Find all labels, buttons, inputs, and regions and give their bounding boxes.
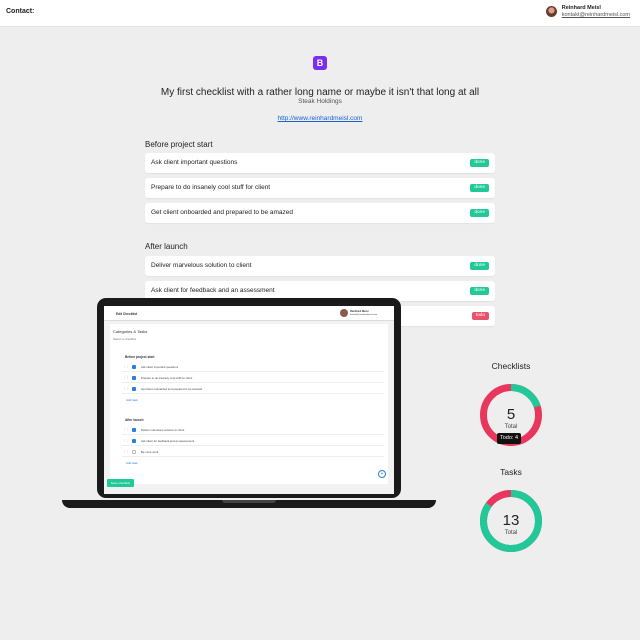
screen-task-row[interactable]: ⋮⋮ Get client onboarded and prepared to b… <box>122 385 384 394</box>
add-task-link[interactable]: Add task <box>126 398 138 402</box>
checklist-item: Deliver marvelous solution to client done <box>145 256 495 276</box>
screen-header-title: Edit Checklist <box>116 312 138 316</box>
section-title: Before project start <box>145 140 213 149</box>
status-badge: done <box>470 287 489 295</box>
website-link[interactable]: http://www.reinhardmeisl.com <box>0 115 640 122</box>
contact-label: Contact: <box>6 8 35 15</box>
laptop-notch <box>222 500 276 503</box>
checkbox-icon[interactable] <box>132 439 136 443</box>
checklist-title: My first checklist with a rather long na… <box>160 87 480 98</box>
screen-task-row[interactable]: ⋮⋮ Ask client for feedback and an assessm… <box>122 437 384 446</box>
section-title: After launch <box>145 242 188 251</box>
screen-task-row[interactable]: ⋮⋮ Ask client important questions <box>122 363 384 372</box>
screen-task-label: Deliver marvelous solution to client <box>141 428 185 432</box>
checkbox-icon[interactable] <box>132 365 136 369</box>
checklist-item: Ask client important questions done <box>145 153 495 173</box>
screen-user-name: Reinhard Meisl <box>350 310 369 313</box>
status-badge: done <box>470 262 489 270</box>
screen-header: Edit Checklist Reinhard Meisl kontakt@re… <box>104 306 394 321</box>
item-label: Deliver marvelous solution to client <box>151 262 252 269</box>
checkbox-icon[interactable] <box>132 428 136 432</box>
tasks-total-value: 13 <box>503 512 520 529</box>
status-badge: done <box>470 159 489 167</box>
status-badge: done <box>470 184 489 192</box>
checklist-item: Prepare to do insanely cool stuff for cl… <box>145 178 495 198</box>
user-info[interactable]: Reinhard Meisl kontakt@reinhardmeisl.com <box>545 5 630 18</box>
screen-task-label: Prepare to do insanely cool stuff for cl… <box>141 376 193 380</box>
add-category-icon[interactable]: + <box>378 470 386 478</box>
checkbox-icon[interactable] <box>132 450 136 454</box>
checklist-item: Get client onboarded and prepared to be … <box>145 203 495 223</box>
checklists-total-value: 5 <box>507 406 515 423</box>
save-checklist-button[interactable]: Save checklist <box>107 479 134 487</box>
add-task-link[interactable]: Add task <box>126 461 138 465</box>
tasks-total-label: Total <box>505 530 518 536</box>
top-bar: Contact: Reinhard Meisl kontakt@reinhard… <box>0 0 640 27</box>
screen-category: After launch <box>125 418 144 422</box>
company-name: Steak Holdings <box>298 98 342 105</box>
checkbox-icon[interactable] <box>132 387 136 391</box>
item-label: Get client onboarded and prepared to be … <box>151 209 294 216</box>
laptop-screen: Edit Checklist Reinhard Meisl kontakt@re… <box>104 306 394 494</box>
user-name: Reinhard Meisl <box>561 5 601 11</box>
user-email[interactable]: kontakt@reinhardmeisl.com <box>562 12 630 18</box>
drag-handle-icon[interactable]: ⋮⋮ <box>123 364 129 368</box>
drag-handle-icon[interactable]: ⋮⋮ <box>123 386 129 390</box>
tasks-donut: 13 Total <box>480 490 542 552</box>
status-badge: done <box>470 209 489 217</box>
screen-category: Before project start <box>125 355 155 359</box>
drag-handle-icon[interactable]: ⋮⋮ <box>123 375 129 379</box>
screen-task-row[interactable]: ⋮⋮ Be more work <box>122 448 384 457</box>
checklists-total-label: Total <box>505 424 518 430</box>
drag-handle-icon[interactable]: ⋮⋮ <box>123 438 129 442</box>
bootstrap-logo: B <box>313 56 327 70</box>
drag-handle-icon[interactable]: ⋮⋮ <box>123 427 129 431</box>
avatar[interactable] <box>545 6 557 17</box>
chart-tooltip: Todo: 4 <box>497 433 522 444</box>
screen-task-label: Be more work <box>141 450 159 454</box>
item-label: Ask client for feedback and an assessmen… <box>151 287 275 294</box>
screen-task-row[interactable]: ⋮⋮ Deliver marvelous solution to client <box>122 426 384 435</box>
screen-task-label: Ask client for feedback and an assessmen… <box>141 439 195 443</box>
screen-avatar <box>340 309 348 317</box>
tasks-chart-title: Tasks <box>500 467 522 477</box>
checklists-chart-title: Checklists <box>491 361 531 371</box>
screen-task-label: Get client onboarded and prepared to be … <box>141 387 203 391</box>
screen-user-email: kontakt@reinhardmeisl.com <box>350 314 378 316</box>
screen-card: Categories & Tasks Select a checklist Be… <box>110 324 388 484</box>
screen-card-title: Categories & Tasks <box>113 329 148 334</box>
item-label: Ask client important questions <box>151 159 238 166</box>
status-badge: todo <box>471 312 489 320</box>
screen-task-row[interactable]: ⋮⋮ Prepare to do insanely cool stuff for … <box>122 374 384 383</box>
checkbox-icon[interactable] <box>132 376 136 380</box>
screen-card-subtitle: Select a checklist <box>113 337 137 341</box>
screen-task-label: Ask client important questions <box>141 365 179 369</box>
item-label: Prepare to do insanely cool stuff for cl… <box>151 184 271 191</box>
drag-handle-icon[interactable]: ⋮⋮ <box>123 449 129 453</box>
